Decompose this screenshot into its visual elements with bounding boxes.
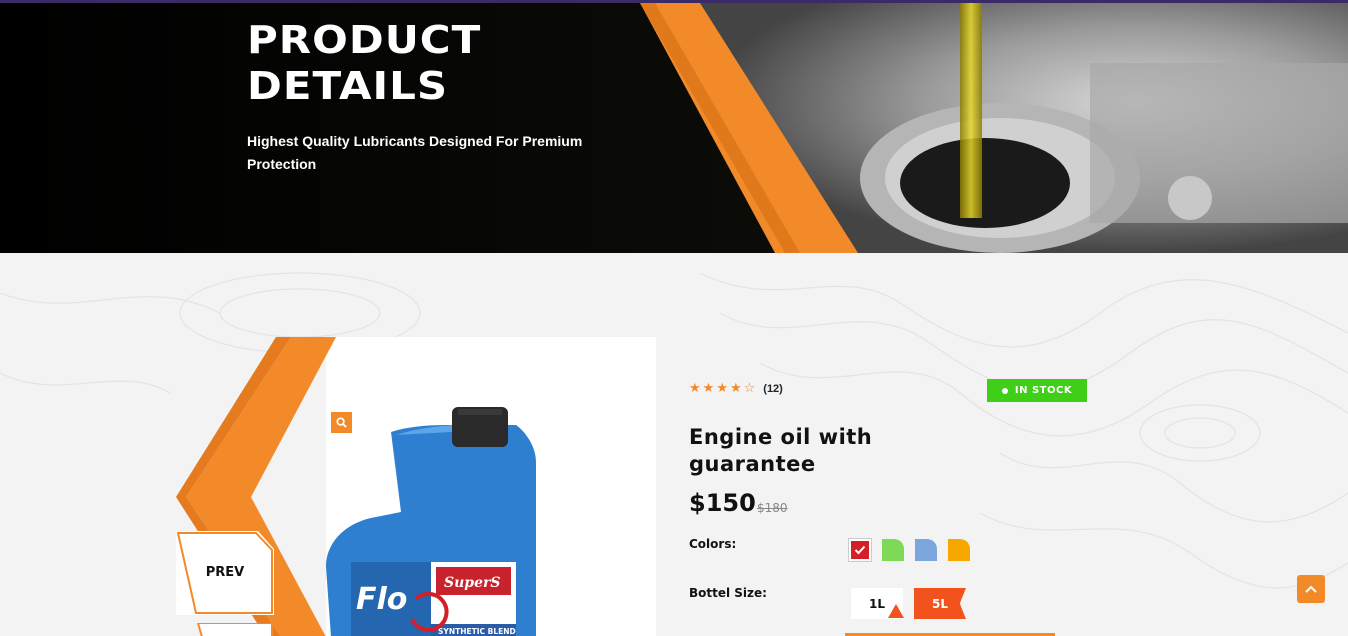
page-subtitle: Highest Quality Lubricants Designed For … xyxy=(247,133,583,172)
bottle-brand-text: Flo xyxy=(356,582,407,617)
review-count[interactable]: (12) xyxy=(763,383,783,395)
check-icon xyxy=(854,545,866,555)
scroll-to-top-button[interactable] xyxy=(1297,575,1325,603)
size-5l-label: 5L xyxy=(932,596,948,611)
colors-label: Colors: xyxy=(689,537,737,551)
size-corner-triangle xyxy=(888,604,904,618)
product-rating: ★ ★ ★ ★ ☆ (12) xyxy=(689,381,783,397)
size-label: Bottel Size: xyxy=(689,586,767,600)
page-hero: PRODUCT DETAILS Highest Quality Lubrican… xyxy=(0,3,1348,253)
size-option-5l[interactable]: 5L xyxy=(914,588,966,619)
star-icon: ★ xyxy=(689,381,701,396)
color-swatch-blue[interactable] xyxy=(915,539,937,561)
page-title: PRODUCT DETAILS xyxy=(247,17,481,109)
star-icon: ★ xyxy=(729,381,742,396)
star-outline-icon: ☆ xyxy=(743,381,756,396)
product-detail-section: Flo SuperS SYNTHETIC BLEND PREV xyxy=(0,253,1348,636)
color-swatch-green[interactable] xyxy=(882,539,904,561)
bottle-band-text: SYNTHETIC BLEND xyxy=(438,627,516,636)
page-title-line-1: PRODUCT xyxy=(247,17,482,63)
size-1l-label: 1L xyxy=(869,596,885,611)
search-icon xyxy=(336,417,347,428)
page-title-line-2: DETAILS xyxy=(247,63,449,109)
product-price: $150 xyxy=(689,489,756,517)
engine-oil-hero-image xyxy=(0,3,1348,253)
star-icon: ★ xyxy=(702,381,715,396)
star-icon: ★ xyxy=(716,381,728,396)
stock-badge: IN STOCK xyxy=(987,379,1087,402)
zoom-button[interactable] xyxy=(331,412,352,433)
product-old-price: $180 xyxy=(757,501,788,515)
chevron-up-icon xyxy=(1305,585,1317,593)
color-swatch-yellow[interactable] xyxy=(948,539,970,561)
prev-button[interactable]: PREV xyxy=(176,531,274,615)
stock-label: IN STOCK xyxy=(1014,385,1073,396)
next-button[interactable] xyxy=(196,622,274,636)
product-title: Engine oil with guarantee xyxy=(689,425,873,476)
prev-label: PREV xyxy=(205,565,245,580)
color-swatch-red[interactable] xyxy=(849,539,871,561)
bottle-badge-text: SuperS xyxy=(444,575,500,591)
stock-dot-icon xyxy=(1001,387,1008,394)
